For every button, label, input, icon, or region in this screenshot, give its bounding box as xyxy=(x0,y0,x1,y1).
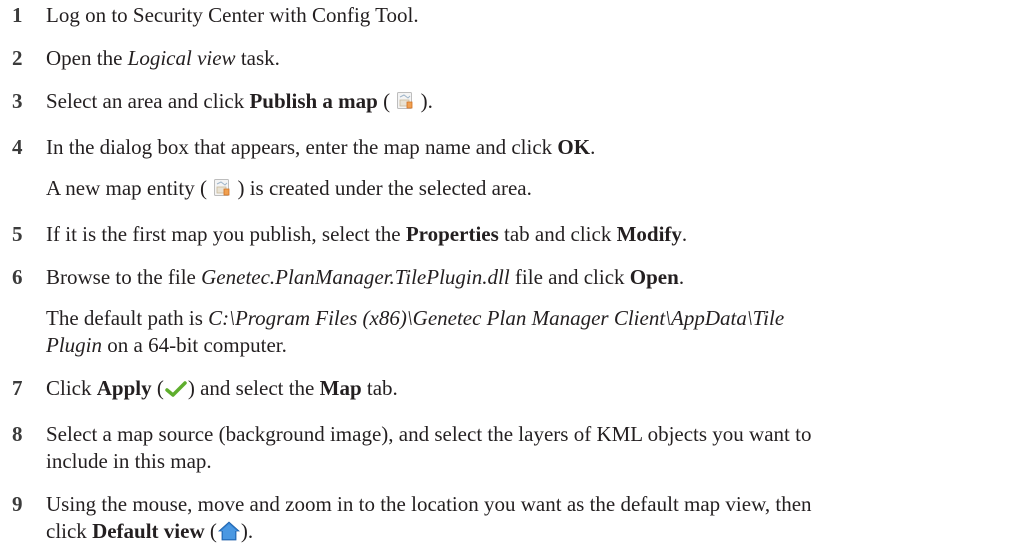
default-path: C:\Program Files (x86)\Genetec Plan Mana… xyxy=(208,306,785,330)
step-text-part: Select an area and click xyxy=(46,89,250,113)
step-text: If it is the first map you publish, sele… xyxy=(46,221,1010,248)
step-text: In the dialog box that appears, enter th… xyxy=(46,134,1010,161)
step-text-part: ( xyxy=(204,519,217,543)
step-text-part: In the dialog box that appears, enter th… xyxy=(46,135,558,159)
step-text-part: ( xyxy=(377,89,396,113)
step-5: 5 If it is the first map you publish, se… xyxy=(10,221,1010,248)
step-number: 9 xyxy=(12,492,23,516)
button-name: Default view xyxy=(92,519,205,543)
step-number: 2 xyxy=(12,46,23,70)
button-name: Publish a map xyxy=(249,89,378,113)
button-name: Modify xyxy=(616,222,682,246)
file-name: Genetec.PlanManager.TilePlugin.dll xyxy=(201,265,510,289)
tab-name: Map xyxy=(319,376,362,400)
step-text-part: ( xyxy=(151,376,164,400)
step-text-part: . xyxy=(678,265,685,289)
step-4: 4 In the dialog box that appears, enter … xyxy=(10,134,1010,161)
step-8-cont: include in this map. xyxy=(46,448,1010,475)
step-text: Log on to Security Center with Config To… xyxy=(46,2,1010,29)
step-7: 7 Click Apply ( ) and select the Map tab… xyxy=(10,375,1010,405)
step-text-part: ). xyxy=(415,89,433,113)
button-name: Apply xyxy=(96,376,152,400)
step-text: Select a map source (background image), … xyxy=(46,421,1010,448)
step-6-note: The default path is C:\Program Files (x8… xyxy=(46,305,1010,332)
step-number: 8 xyxy=(12,422,23,446)
step-8: 8 Select a map source (background image)… xyxy=(10,421,1010,448)
step-text-part: task. xyxy=(235,46,280,70)
step-text: Using the mouse, move and zoom in to the… xyxy=(46,491,1010,518)
map-entity-icon xyxy=(213,178,231,205)
procedure-steps: 1 Log on to Security Center with Config … xyxy=(10,0,1010,548)
note-text-part: ) is created under the selected area. xyxy=(232,176,532,200)
step-text-part: ) and select the xyxy=(187,376,320,400)
step-number: 5 xyxy=(12,222,23,246)
step-9-cont: click Default view ( ). xyxy=(46,518,1010,548)
step-text: Browse to the file Genetec.PlanManager.T… xyxy=(46,264,1010,291)
step-text-part: click xyxy=(46,519,93,543)
step-number: 6 xyxy=(12,265,23,289)
step-number: 4 xyxy=(12,135,23,159)
step-text-part: Browse to the file xyxy=(46,265,202,289)
step-6-note-cont: Plugin on a 64-bit computer. xyxy=(46,332,1010,359)
button-name: OK xyxy=(557,135,591,159)
step-text-part: . xyxy=(590,135,596,159)
apply-check-icon xyxy=(165,378,187,405)
step-text-part: If it is the first map you publish, sele… xyxy=(46,222,406,246)
step-3: 3 Select an area and click Publish a map… xyxy=(10,88,1010,118)
step-text-part: Log on to Security Center with Config To… xyxy=(46,3,419,27)
default-view-home-icon xyxy=(217,521,240,548)
step-text: Open the Logical view task. xyxy=(46,45,1010,72)
step-2: 2 Open the Logical view task. xyxy=(10,45,1010,72)
step-4-note: A new map entity ( ) is created under th… xyxy=(46,175,1010,205)
step-1: 1 Log on to Security Center with Config … xyxy=(10,2,1010,29)
note-text-part: on a 64-bit computer. xyxy=(102,333,287,357)
note-text-part: A new map entity ( xyxy=(46,176,213,200)
step-text-part: tab. xyxy=(361,376,398,400)
step-text-part: Open the xyxy=(46,46,128,70)
button-name: Open xyxy=(629,265,679,289)
task-name: Logical view xyxy=(127,46,236,70)
step-9: 9 Using the mouse, move and zoom in to t… xyxy=(10,491,1010,518)
step-text: Click Apply ( ) and select the Map tab. xyxy=(46,375,1010,405)
step-text-part: file and click xyxy=(509,265,630,289)
step-text-part: Using the mouse, move and zoom in to the… xyxy=(46,492,812,516)
publish-map-icon xyxy=(396,91,414,118)
default-path-cont: Plugin xyxy=(46,333,102,357)
step-text-part: tab and click xyxy=(498,222,617,246)
step-text-part: . xyxy=(681,222,688,246)
step-text: Select an area and click Publish a map (… xyxy=(46,88,1010,118)
note-text-part: The default path is xyxy=(46,306,209,330)
step-text-part: include in this map. xyxy=(46,449,212,473)
step-text-part: Click xyxy=(46,376,97,400)
step-text-part: Select a map source (background image), … xyxy=(46,422,812,446)
step-6: 6 Browse to the file Genetec.PlanManager… xyxy=(10,264,1010,291)
step-number: 7 xyxy=(12,376,23,400)
step-number: 1 xyxy=(12,3,23,27)
tab-name: Properties xyxy=(405,222,499,246)
step-text-part: ). xyxy=(240,519,254,543)
step-number: 3 xyxy=(12,89,23,113)
